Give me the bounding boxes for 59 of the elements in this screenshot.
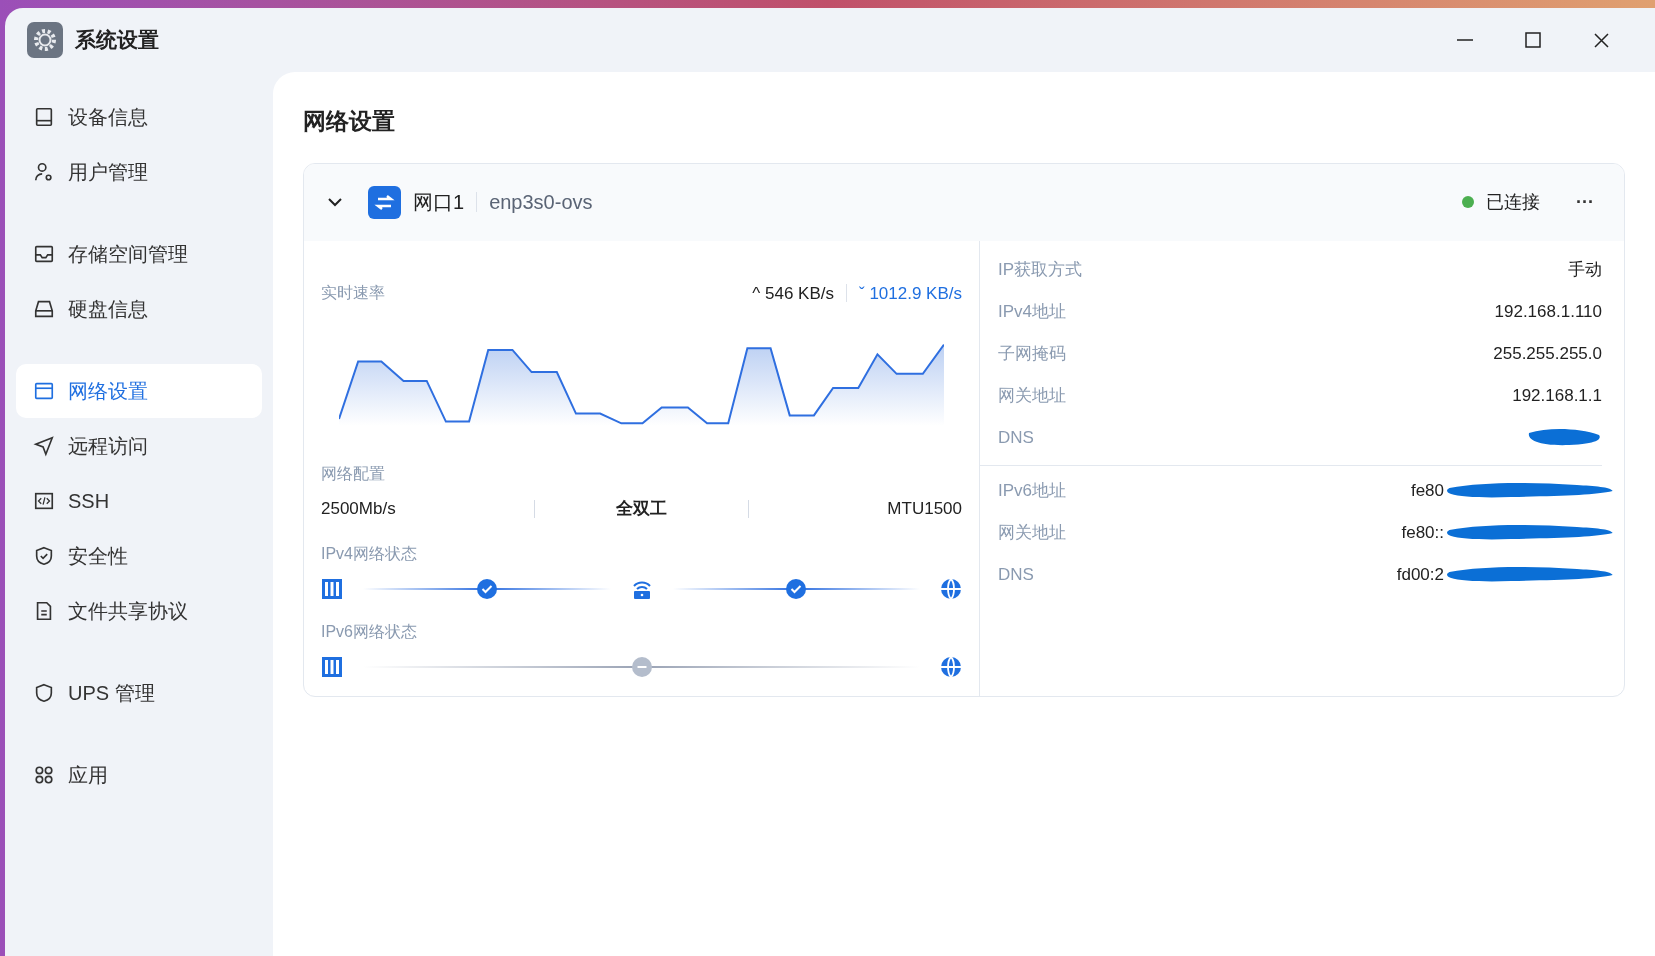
code-icon <box>33 490 55 512</box>
info-value: 192.168.1.110 <box>1494 300 1602 323</box>
window-title: 系统设置 <box>75 27 159 54</box>
info-label: DNS <box>998 563 1034 586</box>
info-value: fd00:2 <box>1396 563 1444 586</box>
sidebar-item[interactable]: UPS 管理 <box>16 666 262 720</box>
shield-check-icon <box>33 545 55 567</box>
info-value: 192.168.1.1 <box>1512 384 1602 407</box>
sidebar-item[interactable]: SSH <box>16 474 262 528</box>
info-label: 网关地址 <box>998 384 1066 407</box>
send-icon <box>33 435 55 457</box>
info-value: 255.255.255.0 <box>1493 342 1602 365</box>
status-label: IPv4网络状态 <box>321 544 417 562</box>
monitor-icon <box>33 106 55 128</box>
info-label: 网关地址 <box>998 521 1066 544</box>
apps-icon <box>33 764 55 786</box>
download-speed: ˇ 1012.9 KB/s <box>858 282 962 305</box>
sidebar-item[interactable]: 存储空间管理 <box>16 227 262 281</box>
status-label: IPv6网络状态 <box>321 622 417 640</box>
sidebar-item[interactable]: 用户管理 <box>16 145 262 199</box>
globe-icon <box>940 577 962 600</box>
config-label: 网络配置 <box>321 465 385 482</box>
sidebar-item[interactable]: 网络设置 <box>16 364 262 418</box>
info-label: IP获取方式 <box>998 258 1083 281</box>
sidebar-item[interactable]: 应用 <box>16 748 262 802</box>
info-value: fe80:: <box>1401 521 1444 544</box>
minimize-icon <box>1457 39 1473 41</box>
sidebar-item[interactable]: 安全性 <box>16 529 262 583</box>
globe-icon <box>940 655 962 678</box>
server-icon <box>321 655 343 678</box>
status-text: 已连接 <box>1486 190 1540 214</box>
info-value: 手动 <box>1568 258 1602 281</box>
info-value: fe80 <box>1410 479 1444 502</box>
sidebar-item[interactable]: 远程访问 <box>16 419 262 473</box>
interface-name: 网口1 <box>413 190 465 215</box>
window-icon <box>33 380 55 402</box>
more-button[interactable]: ··· <box>1576 188 1594 216</box>
config-value: MTU1500 <box>887 498 962 520</box>
speed-label: 实时速率 <box>321 283 385 304</box>
config-value: 全双工 <box>616 498 667 520</box>
upload-speed: ^ 546 KB/s <box>752 282 834 305</box>
sidebar-item[interactable]: 设备信息 <box>16 90 262 144</box>
gear-icon <box>27 22 63 58</box>
hard-drive-icon <box>33 298 55 320</box>
shield-icon <box>33 682 55 704</box>
inbox-icon <box>33 243 55 265</box>
server-icon <box>321 577 343 600</box>
info-label: IPv6地址 <box>998 479 1067 502</box>
info-label: DNS <box>998 426 1034 449</box>
close-icon <box>1593 32 1609 48</box>
maximize-icon <box>1525 32 1541 48</box>
sidebar-item[interactable]: 文件共享协议 <box>16 584 262 638</box>
swap-icon <box>368 185 401 219</box>
config-value: 2500Mb/s <box>321 498 396 520</box>
sidebar-item[interactable]: 硬盘信息 <box>16 282 262 336</box>
page-title: 网络设置 <box>303 107 396 136</box>
info-label: IPv4地址 <box>998 300 1067 323</box>
device-name: enp3s0-ovs <box>489 190 593 215</box>
info-label: 子网掩码 <box>998 342 1066 365</box>
